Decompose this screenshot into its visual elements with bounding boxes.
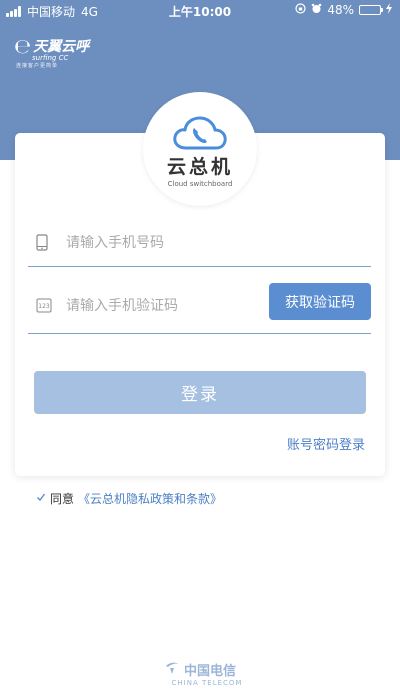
battery-icon (359, 5, 383, 15)
app-subtitle: Cloud switchboard (167, 180, 233, 188)
orientation-lock-icon (295, 3, 306, 17)
e-icon: ℮ (14, 34, 32, 58)
battery-percent: 48% (327, 3, 354, 17)
status-bar: 中国移动 4G 上午10:00 48% (0, 0, 400, 22)
get-code-button[interactable]: 获取验证码 (269, 283, 371, 320)
brand-logo: ℮ 天翼云呼 surfing CC 连接客户更简单 (14, 36, 89, 69)
phone-field (28, 219, 371, 267)
footer-logo-sub: CHINA TELECOM (171, 679, 243, 687)
footer-logo-name: 中国电信 (183, 664, 236, 679)
brand-tagline: 连接客户更简单 (16, 63, 59, 69)
code-field: 123 获取验证码 (28, 278, 371, 334)
app-logo: 云总机 Cloud switchboard (143, 92, 257, 206)
footer-logo: 中国电信 CHINA TELECOM (0, 660, 400, 687)
charging-icon (386, 3, 392, 17)
code-input[interactable] (66, 297, 266, 314)
agree-checkbox[interactable] (36, 492, 46, 505)
alarm-icon (311, 3, 322, 17)
brand-name: 天翼云呼 (33, 39, 90, 55)
svg-text:123: 123 (38, 303, 50, 310)
number-code-icon: 123 (36, 298, 58, 313)
privacy-policy-link[interactable]: 《云总机隐私政策和条款》 (78, 490, 222, 507)
cloud-phone-icon (173, 116, 227, 150)
agree-label: 同意 (50, 492, 75, 506)
check-icon (37, 493, 46, 502)
china-telecom-icon (164, 661, 180, 679)
phone-icon (36, 234, 58, 251)
phone-input[interactable] (66, 234, 266, 251)
login-button[interactable]: 登录 (34, 371, 366, 414)
password-login-link[interactable]: 账号密码登录 (287, 434, 365, 453)
app-title: 云总机 (166, 156, 233, 178)
agreement-row: 同意 《云总机隐私政策和条款》 (36, 490, 222, 507)
